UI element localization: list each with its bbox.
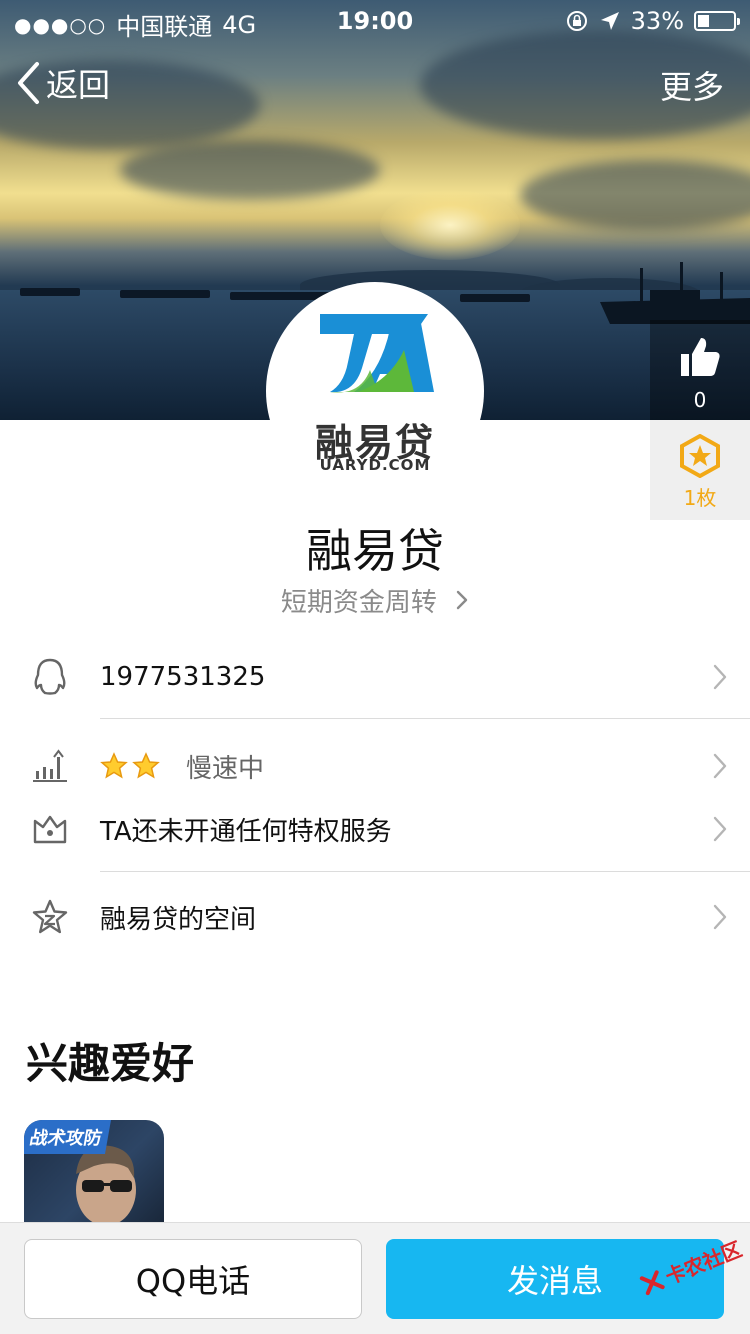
level-chart-icon bbox=[33, 749, 67, 782]
chevron-right-icon bbox=[456, 590, 468, 610]
star-badge-icon bbox=[680, 433, 720, 479]
more-button[interactable]: 更多 bbox=[660, 62, 724, 108]
chevron-left-icon bbox=[18, 62, 39, 104]
level-status: 慢速中 bbox=[186, 753, 265, 784]
profile-signature[interactable]: 短期资金周转 bbox=[0, 582, 750, 619]
brand-logo bbox=[320, 314, 434, 393]
rotation-lock-icon bbox=[566, 11, 587, 31]
space-row[interactable]: 融易贷的空间 bbox=[0, 877, 750, 957]
qq-call-button[interactable]: QQ电话 bbox=[24, 1239, 362, 1319]
privilege-row[interactable]: TA还未开通任何特权服务 bbox=[0, 789, 750, 869]
battery-percent: 33% bbox=[630, 7, 684, 35]
qq-number-row[interactable]: 1977531325 bbox=[0, 637, 750, 717]
ship-silhouette bbox=[600, 262, 750, 324]
space-text: 融易贷的空间 bbox=[100, 904, 257, 935]
divider bbox=[100, 718, 750, 719]
qq-number: 1977531325 bbox=[100, 662, 266, 692]
signature-text: 短期资金周转 bbox=[280, 588, 437, 618]
game-tag: 战术攻防 bbox=[24, 1120, 111, 1154]
thumbs-up-icon bbox=[681, 338, 720, 376]
back-label: 返回 bbox=[46, 66, 111, 104]
star-icon bbox=[100, 752, 128, 779]
qzone-star-icon bbox=[32, 899, 68, 934]
crown-icon bbox=[33, 815, 67, 844]
like-button[interactable]: 0 bbox=[650, 320, 750, 420]
location-arrow-icon bbox=[600, 12, 619, 30]
qq-penguin-icon bbox=[34, 658, 66, 695]
chevron-right-icon bbox=[713, 664, 727, 690]
interests-title: 兴趣爱好 bbox=[26, 1039, 195, 1088]
badge-button[interactable]: 1枚 bbox=[650, 420, 750, 520]
badge-count: 1枚 bbox=[683, 486, 717, 510]
battery-icon bbox=[694, 11, 740, 31]
chevron-right-icon bbox=[713, 753, 727, 779]
like-count: 0 bbox=[693, 388, 707, 412]
divider bbox=[100, 871, 750, 872]
level-stars bbox=[100, 752, 160, 780]
back-button[interactable]: 返回 bbox=[16, 60, 110, 106]
star-icon bbox=[132, 752, 160, 779]
privilege-text: TA还未开通任何特权服务 bbox=[100, 816, 392, 847]
status-bar: ●●●○○ 中国联通 4G 19:00 33% bbox=[0, 0, 750, 41]
profile-name: 融易贷 bbox=[306, 524, 444, 578]
avatar[interactable]: 融易贷 UARYD.COM bbox=[270, 286, 480, 496]
chevron-right-icon bbox=[713, 904, 727, 930]
chevron-right-icon bbox=[713, 816, 727, 842]
brand-name-en: UARYD.COM bbox=[319, 456, 431, 474]
